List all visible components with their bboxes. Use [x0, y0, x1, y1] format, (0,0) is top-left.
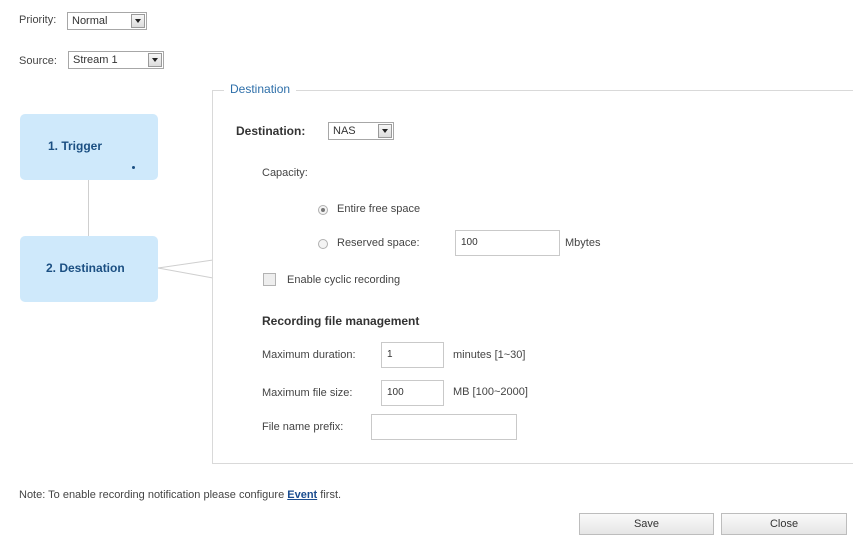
max-duration-label: Maximum duration: [262, 349, 356, 361]
source-label: Source: [19, 55, 57, 67]
chevron-down-icon [131, 14, 145, 28]
priority-select[interactable]: Normal [67, 12, 147, 30]
chevron-down-icon [148, 53, 162, 67]
source-select[interactable]: Stream 1 [68, 51, 164, 69]
reserved-space-label: Reserved space: [337, 237, 420, 249]
chevron-down-icon [378, 124, 392, 138]
destination-label: Destination: [236, 124, 306, 138]
callout-lines [158, 259, 214, 279]
event-link[interactable]: Event [287, 489, 317, 501]
cyclic-recording-checkbox[interactable] [263, 273, 276, 286]
step-trigger[interactable]: 1. Trigger [20, 114, 158, 180]
save-button[interactable]: Save [579, 513, 714, 535]
step-destination-label: 2. Destination [46, 261, 125, 275]
note-suffix: first. [317, 489, 342, 501]
entire-free-space-label: Entire free space [337, 203, 421, 215]
radio-reserved-space[interactable] [318, 239, 328, 249]
file-management-title: Recording file management [262, 314, 420, 328]
step-marker-icon [132, 166, 135, 169]
destination-select[interactable]: NAS [328, 122, 394, 140]
max-duration-input[interactable]: 1 [381, 342, 444, 368]
panel-legend: Destination [224, 82, 297, 96]
max-file-size-input[interactable]: 100 [381, 380, 444, 406]
step-destination[interactable]: 2. Destination [20, 236, 158, 302]
priority-label: Priority: [19, 14, 57, 26]
note-prefix: Note: To enable recording notification p… [19, 489, 288, 501]
destination-value: NAS [333, 125, 356, 137]
reserved-space-unit: Mbytes [565, 237, 601, 249]
file-prefix-label: File name prefix: [262, 421, 344, 433]
step-connector [88, 180, 89, 236]
step-trigger-label: 1. Trigger [48, 139, 103, 153]
max-file-size-label: Maximum file size: [262, 387, 353, 399]
priority-value: Normal [72, 15, 108, 27]
reserved-space-input[interactable]: 100 [455, 230, 560, 256]
cyclic-recording-label: Enable cyclic recording [287, 274, 401, 286]
radio-entire-free-space[interactable] [318, 205, 328, 215]
source-value: Stream 1 [73, 54, 118, 66]
max-file-size-range: MB [100~2000] [453, 386, 528, 398]
file-prefix-input[interactable] [371, 414, 517, 440]
close-button[interactable]: Close [721, 513, 847, 535]
max-duration-range: minutes [1~30] [453, 349, 526, 361]
capacity-label: Capacity: [262, 167, 308, 179]
note-text: Note: To enable recording notification p… [19, 489, 341, 501]
